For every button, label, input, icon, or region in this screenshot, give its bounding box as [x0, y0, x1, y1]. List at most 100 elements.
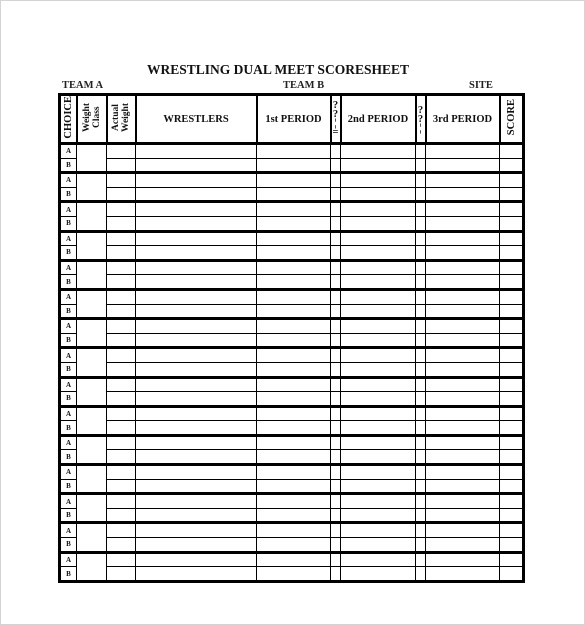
weight-class-cell[interactable]: [76, 141, 107, 175]
period-2-cell[interactable]: [340, 566, 416, 582]
choice-mark-1-cell[interactable]: [330, 186, 341, 203]
choice-mark-1-cell[interactable]: [330, 171, 341, 188]
choice-cell[interactable]: A: [59, 521, 77, 539]
wrestler-cell[interactable]: [135, 449, 257, 466]
choice-mark-2-cell[interactable]: [415, 171, 426, 188]
actual-weight-cell[interactable]: [106, 507, 136, 524]
period-1-cell[interactable]: [256, 404, 331, 422]
choice-mark-2-cell[interactable]: [415, 537, 426, 553]
choice-mark-2-cell[interactable]: [415, 229, 426, 247]
score-cell[interactable]: [499, 478, 524, 495]
wrestler-cell[interactable]: [135, 375, 257, 393]
score-cell[interactable]: [499, 492, 524, 509]
period-3-cell[interactable]: [425, 492, 500, 509]
choice-mark-2-cell[interactable]: [415, 303, 426, 320]
score-cell[interactable]: [499, 375, 524, 393]
score-cell[interactable]: [499, 332, 524, 349]
period-1-cell[interactable]: [256, 492, 331, 509]
choice-mark-2-cell[interactable]: [415, 258, 426, 276]
wrestler-cell[interactable]: [135, 566, 257, 582]
period-2-cell[interactable]: [340, 142, 416, 159]
choice-cell[interactable]: B: [59, 449, 77, 466]
period-1-cell[interactable]: [256, 478, 331, 495]
period-1-cell[interactable]: [256, 375, 331, 393]
choice-mark-1-cell[interactable]: [330, 391, 341, 407]
actual-weight-cell[interactable]: [106, 492, 136, 509]
wrestler-cell[interactable]: [135, 332, 257, 349]
choice-mark-1-cell[interactable]: [330, 550, 341, 568]
period-3-cell[interactable]: [425, 537, 500, 553]
period-3-cell[interactable]: [425, 566, 500, 582]
period-1-cell[interactable]: [256, 463, 331, 480]
choice-mark-1-cell[interactable]: [330, 303, 341, 320]
weight-class-cell[interactable]: [76, 433, 107, 467]
actual-weight-cell[interactable]: [106, 391, 136, 407]
period-2-cell[interactable]: [340, 303, 416, 320]
period-2-cell[interactable]: [340, 420, 416, 436]
choice-mark-2-cell[interactable]: [415, 463, 426, 480]
choice-cell[interactable]: A: [59, 550, 77, 568]
period-2-cell[interactable]: [340, 258, 416, 276]
period-1-cell[interactable]: [256, 287, 331, 305]
choice-mark-1-cell[interactable]: [330, 375, 341, 393]
choice-cell[interactable]: B: [59, 420, 77, 436]
choice-cell[interactable]: A: [59, 142, 77, 159]
actual-weight-cell[interactable]: [106, 274, 136, 290]
choice-mark-2-cell[interactable]: [415, 186, 426, 203]
period-3-cell[interactable]: [425, 375, 500, 393]
period-1-cell[interactable]: [256, 258, 331, 276]
wrestler-cell[interactable]: [135, 258, 257, 276]
period-2-cell[interactable]: [340, 245, 416, 261]
score-cell[interactable]: [499, 521, 524, 539]
choice-cell[interactable]: A: [59, 433, 77, 451]
period-2-cell[interactable]: [340, 537, 416, 553]
period-3-cell[interactable]: [425, 142, 500, 159]
choice-mark-2-cell[interactable]: [415, 433, 426, 451]
choice-mark-1-cell[interactable]: [330, 537, 341, 553]
wrestler-cell[interactable]: [135, 245, 257, 261]
choice-mark-2-cell[interactable]: [415, 550, 426, 568]
period-3-cell[interactable]: [425, 317, 500, 334]
choice-mark-2-cell[interactable]: [415, 245, 426, 261]
period-1-cell[interactable]: [256, 186, 331, 203]
score-cell[interactable]: [499, 463, 524, 480]
period-1-cell[interactable]: [256, 142, 331, 159]
weight-class-cell[interactable]: [76, 492, 107, 525]
score-cell[interactable]: [499, 287, 524, 305]
score-cell[interactable]: [499, 245, 524, 261]
choice-mark-1-cell[interactable]: [330, 433, 341, 451]
period-1-cell[interactable]: [256, 346, 331, 363]
period-1-cell[interactable]: [256, 420, 331, 436]
period-3-cell[interactable]: [425, 361, 500, 378]
choice-mark-2-cell[interactable]: [415, 157, 426, 174]
choice-mark-2-cell[interactable]: [415, 492, 426, 509]
period-1-cell[interactable]: [256, 433, 331, 451]
score-cell[interactable]: [499, 566, 524, 582]
wrestler-cell[interactable]: [135, 215, 257, 232]
choice-mark-2-cell[interactable]: [415, 449, 426, 466]
period-2-cell[interactable]: [340, 478, 416, 495]
wrestler-cell[interactable]: [135, 287, 257, 305]
choice-cell[interactable]: B: [59, 391, 77, 407]
choice-mark-1-cell[interactable]: [330, 478, 341, 495]
choice-mark-1-cell[interactable]: [330, 287, 341, 305]
choice-mark-2-cell[interactable]: [415, 507, 426, 524]
period-3-cell[interactable]: [425, 463, 500, 480]
choice-cell[interactable]: A: [59, 287, 77, 305]
period-2-cell[interactable]: [340, 186, 416, 203]
choice-mark-1-cell[interactable]: [330, 245, 341, 261]
period-3-cell[interactable]: [425, 303, 500, 320]
actual-weight-cell[interactable]: [106, 317, 136, 334]
wrestler-cell[interactable]: [135, 521, 257, 539]
period-3-cell[interactable]: [425, 258, 500, 276]
period-3-cell[interactable]: [425, 478, 500, 495]
wrestler-cell[interactable]: [135, 200, 257, 217]
weight-class-cell[interactable]: [76, 404, 107, 437]
wrestler-cell[interactable]: [135, 537, 257, 553]
score-cell[interactable]: [499, 171, 524, 188]
choice-mark-1-cell[interactable]: [330, 274, 341, 290]
period-2-cell[interactable]: [340, 317, 416, 334]
actual-weight-cell[interactable]: [106, 171, 136, 188]
choice-mark-1-cell[interactable]: [330, 215, 341, 232]
score-cell[interactable]: [499, 229, 524, 247]
